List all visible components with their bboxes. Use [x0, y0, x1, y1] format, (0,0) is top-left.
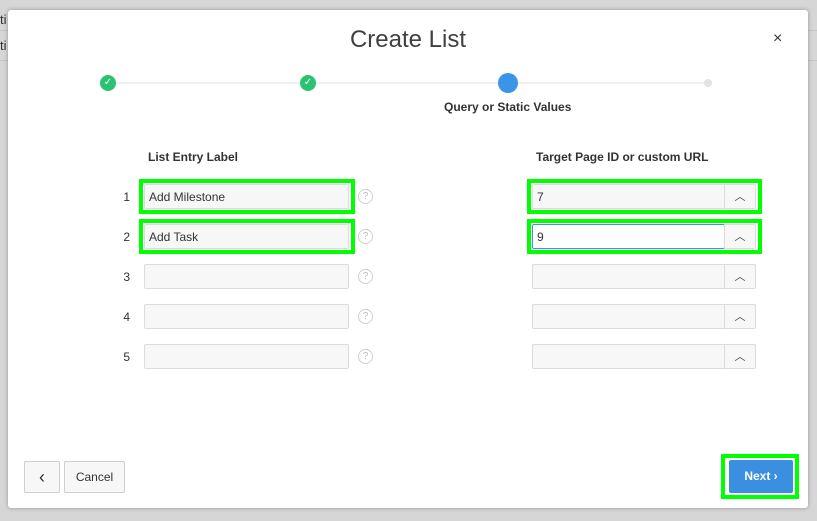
target-column-header: Target Page ID or custom URL [536, 150, 709, 164]
cancel-button[interactable]: Cancel [64, 461, 125, 493]
help-icon[interactable]: ? [358, 309, 373, 324]
help-icon[interactable]: ? [358, 269, 373, 284]
chevron-up-icon[interactable]: ︿ [724, 304, 756, 329]
check-icon: ✓ [100, 75, 116, 91]
create-list-dialog: Create List × ✓ ✓ Query or Static Values… [8, 10, 808, 508]
list-entry-label-input[interactable]: Add Task [144, 224, 349, 249]
list-entry-label-input[interactable]: Add Milestone [144, 184, 349, 209]
target-page-input[interactable] [532, 304, 725, 329]
target-page-input[interactable]: 7 [532, 184, 725, 209]
label-column-header: List Entry Label [148, 150, 239, 164]
chevron-up-icon[interactable]: ︿ [724, 184, 756, 209]
row-number: 5 [123, 350, 130, 364]
close-icon[interactable]: × [773, 30, 782, 48]
pending-step-indicator [704, 79, 712, 87]
help-icon[interactable]: ? [358, 229, 373, 244]
target-page-input[interactable] [532, 344, 725, 369]
list-entry-label-input[interactable] [144, 304, 349, 329]
row-number: 3 [123, 270, 130, 284]
chevron-up-icon[interactable]: ︿ [724, 264, 756, 289]
target-page-input[interactable] [532, 264, 725, 289]
list-entry-label-input[interactable] [144, 264, 349, 289]
chevron-up-icon[interactable]: ︿ [724, 344, 756, 369]
help-icon[interactable]: ? [358, 349, 373, 364]
wizard-track [108, 82, 708, 84]
next-button[interactable]: Next › [729, 460, 793, 493]
dialog-title: Create List [349, 26, 467, 53]
chevron-up-icon[interactable]: ︿ [724, 224, 756, 249]
check-icon: ✓ [300, 75, 316, 91]
background-text: ti [0, 38, 7, 53]
back-button[interactable]: ‹ [24, 461, 60, 493]
current-step-indicator [498, 73, 518, 93]
target-page-input[interactable]: 9 [532, 224, 725, 249]
row-number: 4 [123, 310, 130, 324]
row-number: 1 [123, 190, 130, 204]
current-step-label: Query or Static Values [444, 100, 572, 114]
row-number: 2 [123, 230, 130, 244]
background-text: ti [0, 12, 7, 27]
list-entry-label-input[interactable] [144, 344, 349, 369]
help-icon[interactable]: ? [358, 189, 373, 204]
